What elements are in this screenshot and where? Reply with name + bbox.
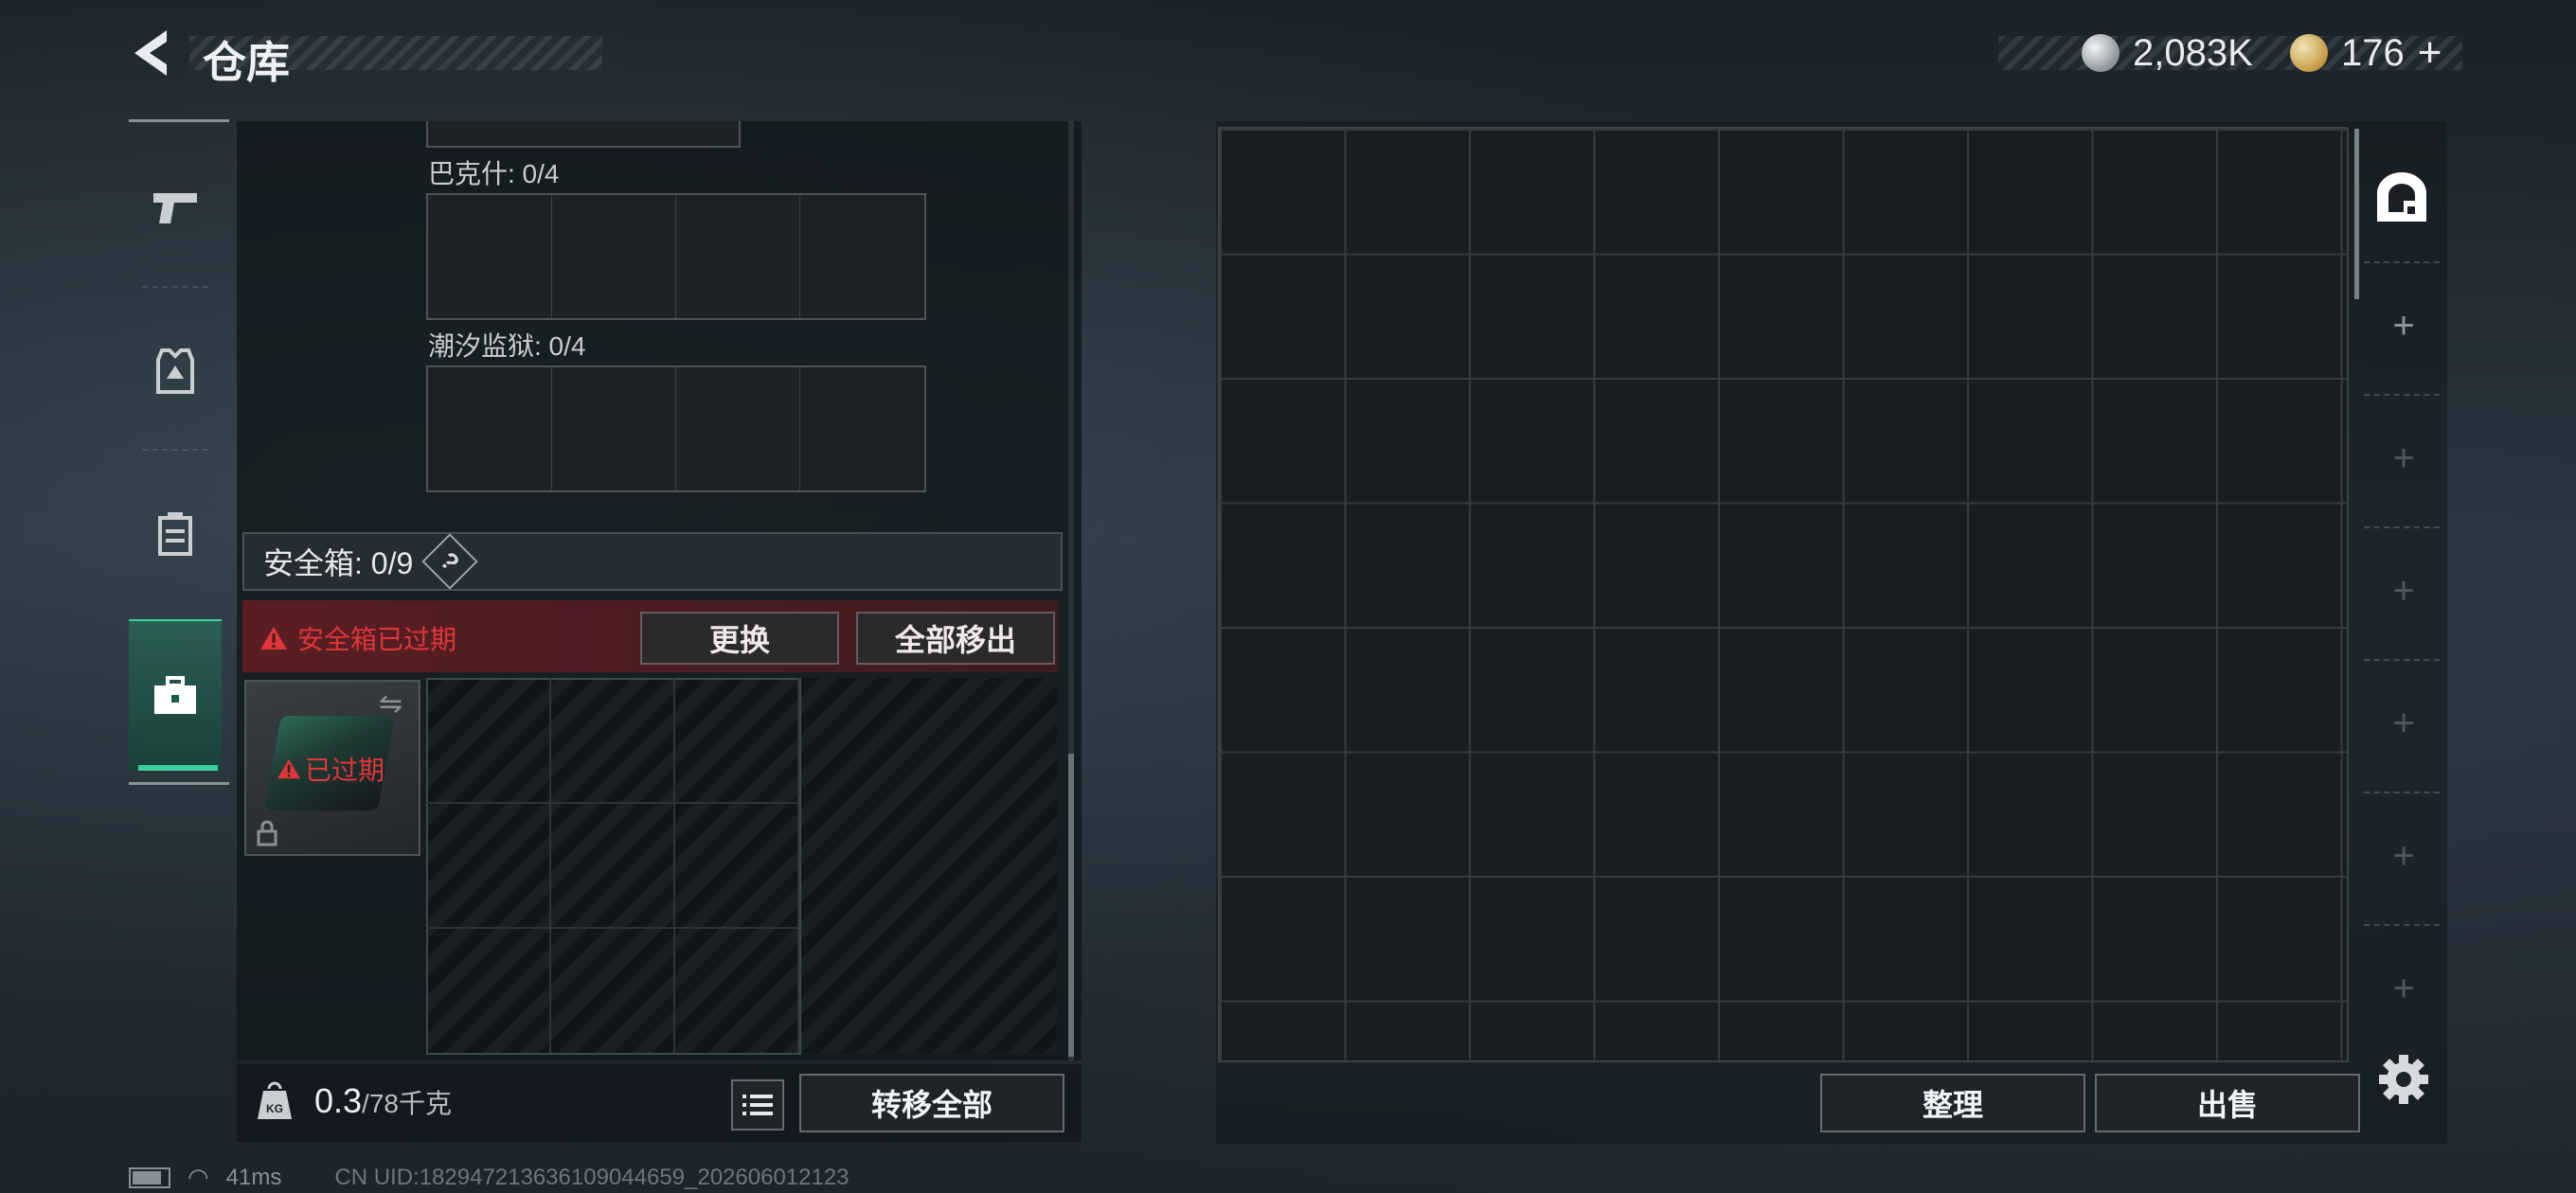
map-slot-label: 潮汐监狱: 0/4	[428, 331, 586, 361]
expired-warning-bar: 安全箱已过期 更换 全部移出	[242, 600, 1059, 672]
warning-icon	[260, 627, 287, 650]
status-bar: ◠ 41ms CN UID:18294721363610904​4659_202…	[129, 1163, 850, 1192]
item-expired-label: 已过期	[277, 750, 385, 788]
storage-grid[interactable]	[1218, 127, 2349, 1062]
list-icon	[742, 1095, 773, 1115]
active-tab-indicator	[138, 765, 218, 771]
tab-separator	[142, 286, 208, 288]
tab-safe-box[interactable]	[129, 619, 222, 771]
rail-separator	[2364, 261, 2440, 263]
ping-text: 41ms	[225, 1164, 282, 1190]
grid-cell[interactable]	[676, 195, 800, 318]
gold-coin-icon	[2290, 34, 2328, 72]
side-tab-top-line	[129, 119, 229, 122]
previous-slot-edge	[426, 121, 741, 148]
back-arrow-icon	[134, 30, 167, 76]
kg-weight-icon: KG	[256, 1079, 294, 1121]
sell-button[interactable]: 出售	[2095, 1074, 2360, 1132]
rail-separator	[2364, 394, 2440, 396]
item-expired-text: 已过期	[305, 756, 385, 785]
swap-icon[interactable]: ⇋	[379, 687, 402, 721]
pistol-icon	[153, 193, 197, 223]
armor-vest-icon	[156, 348, 194, 394]
page-title: 仓库	[203, 38, 290, 87]
add-storage-button[interactable]: +	[2377, 570, 2430, 613]
grid-cell[interactable]	[552, 195, 676, 318]
grid-cell[interactable]	[428, 195, 552, 318]
tab-separator	[142, 449, 208, 451]
rail-separator	[2364, 924, 2440, 926]
safe-box-capacity: 安全箱: 0/9	[263, 546, 414, 580]
gold-currency[interactable]: 176 +	[2290, 29, 2442, 77]
left-footer: KG 0.3 /78千克 转移全部	[237, 1064, 1082, 1142]
help-icon[interactable]: ?	[421, 533, 478, 590]
tab-backpack[interactable]	[129, 458, 222, 610]
map-slot-grid[interactable]	[426, 193, 926, 320]
add-storage-button[interactable]: +	[2377, 703, 2430, 745]
add-storage-button[interactable]: +	[2377, 437, 2430, 480]
transfer-all-button[interactable]: 转移全部	[799, 1074, 1064, 1132]
weight-current: 0.3	[314, 1081, 363, 1120]
storage-scrollbar-thumb[interactable]	[2354, 129, 2359, 299]
battery-icon	[129, 1166, 170, 1188]
add-currency-button[interactable]: +	[2418, 29, 2442, 77]
add-storage-button[interactable]: +	[2377, 968, 2430, 1010]
map-slot-label: 巴克什: 0/4	[428, 159, 560, 188]
lock-icon	[257, 820, 277, 846]
container-panel: 巴克什: 0/4 潮汐监狱: 0/4 安全箱: 0/9 ? 安全箱已过期 更换 …	[237, 121, 1082, 1060]
gold-amount: 176	[2341, 31, 2405, 74]
tab-weapons[interactable]	[129, 133, 222, 284]
svg-text:KG: KG	[266, 1102, 283, 1115]
storage-grid-cells[interactable]	[1220, 129, 2347, 1060]
warning-icon	[277, 758, 300, 779]
add-storage-button[interactable]: +	[2377, 835, 2430, 878]
weight-display: 0.3 /78千克	[314, 1081, 452, 1121]
warehouse-icon	[2377, 172, 2426, 222]
wifi-icon: ◠	[188, 1163, 209, 1191]
remove-all-button[interactable]: 全部移出	[856, 612, 1055, 665]
silver-currency[interactable]: 2,083K	[2082, 30, 2253, 76]
organize-button[interactable]: 整理	[1820, 1074, 2085, 1132]
scrollbar-thumb[interactable]	[1068, 754, 1074, 1057]
expired-warning: 安全箱已过期	[259, 619, 456, 657]
safe-box-header: 安全箱: 0/9 ?	[242, 532, 1063, 591]
grid-cell[interactable]	[676, 367, 800, 490]
safe-box-grid[interactable]	[426, 678, 1057, 1055]
expired-warning-text: 安全箱已过期	[297, 625, 457, 654]
weight-capacity: /78千克	[362, 1089, 452, 1118]
grid-cell[interactable]	[800, 367, 924, 490]
tab-armor[interactable]	[129, 295, 222, 447]
backpack-icon	[158, 512, 192, 556]
uid-text: CN UID:18294721363610904​4659_2026060121…	[334, 1164, 850, 1190]
replace-button[interactable]: 更换	[640, 612, 839, 665]
grid-cell[interactable]	[800, 195, 924, 318]
grid-cell[interactable]	[552, 367, 676, 490]
gear-icon	[2379, 1055, 2428, 1104]
silver-coin-icon	[2082, 34, 2120, 72]
rail-separator	[2364, 659, 2440, 661]
rail-separator	[2364, 792, 2440, 793]
grid-cell[interactable]	[428, 367, 552, 490]
list-view-button[interactable]	[731, 1079, 784, 1131]
add-storage-button[interactable]: +	[2377, 305, 2430, 347]
safe-box-item[interactable]: ⇋ 已过期	[244, 680, 420, 856]
grid-lines	[426, 678, 799, 1053]
briefcase-icon	[154, 676, 196, 714]
settings-button[interactable]	[2375, 1051, 2432, 1108]
rail-separator	[2364, 526, 2440, 528]
back-button[interactable]	[125, 27, 182, 80]
map-slot-grid[interactable]	[426, 365, 926, 492]
side-tab-bottom-line	[129, 782, 229, 785]
warehouse-tab-button[interactable]	[2368, 159, 2436, 235]
silver-amount: 2,083K	[2133, 31, 2253, 74]
